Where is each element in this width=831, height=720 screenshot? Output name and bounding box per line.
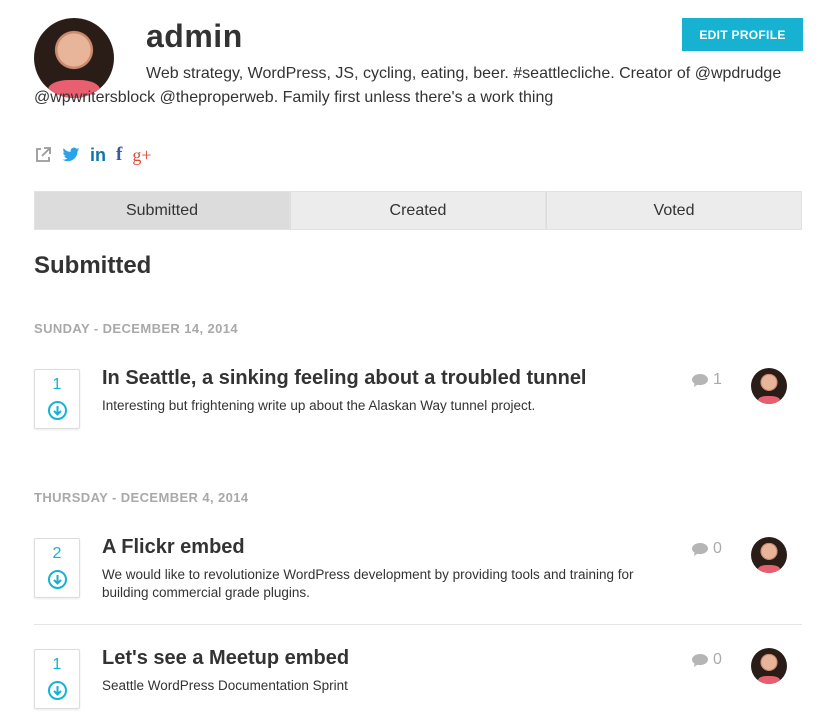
- item-divider: [34, 624, 802, 625]
- comment-count[interactable]: 0: [692, 540, 722, 558]
- google-plus-icon[interactable]: g+: [132, 144, 151, 166]
- vote-count: 1: [52, 656, 62, 673]
- social-links: in f g+: [34, 144, 151, 166]
- vote-box[interactable]: 2: [34, 538, 80, 598]
- author-avatar[interactable]: [751, 537, 787, 573]
- facebook-icon[interactable]: f: [116, 144, 122, 166]
- external-link-icon[interactable]: [34, 144, 52, 166]
- twitter-icon[interactable]: [62, 144, 80, 166]
- tab-voted[interactable]: Voted: [546, 191, 802, 230]
- date-heading: THURSDAY - DECEMBER 4, 2014: [34, 490, 249, 505]
- comment-count[interactable]: 1: [692, 371, 722, 389]
- linkedin-icon[interactable]: in: [90, 144, 106, 166]
- comment-count-value: 0: [713, 651, 722, 668]
- vote-box[interactable]: 1: [34, 369, 80, 429]
- comment-count-value: 1: [713, 371, 722, 388]
- profile-bio: Web strategy, WordPress, JS, cycling, ea…: [34, 65, 782, 106]
- upvote-arrow-icon[interactable]: [48, 570, 67, 589]
- author-avatar[interactable]: [751, 648, 787, 684]
- comment-icon: [692, 542, 708, 556]
- item-description: We would like to revolutionize WordPress…: [102, 567, 634, 600]
- tab-submitted[interactable]: Submitted: [34, 191, 290, 230]
- vote-box[interactable]: 1: [34, 649, 80, 709]
- item-title[interactable]: In Seattle, a sinking feeling about a tr…: [102, 367, 587, 390]
- comment-icon: [692, 373, 708, 387]
- comment-icon: [692, 653, 708, 667]
- vote-count: 1: [52, 376, 62, 393]
- vote-count: 2: [52, 545, 62, 562]
- item-title[interactable]: A Flickr embed: [102, 536, 245, 559]
- profile-tabs: Submitted Created Voted: [34, 191, 802, 230]
- upvote-arrow-icon[interactable]: [48, 681, 67, 700]
- date-heading: SUNDAY - DECEMBER 14, 2014: [34, 321, 239, 336]
- comment-count[interactable]: 0: [692, 651, 722, 669]
- section-title: Submitted: [34, 252, 152, 279]
- profile-name: admin: [146, 18, 243, 54]
- author-avatar[interactable]: [751, 368, 787, 404]
- upvote-arrow-icon[interactable]: [48, 401, 67, 420]
- item-title[interactable]: Let's see a Meetup embed: [102, 647, 349, 670]
- comment-count-value: 0: [713, 540, 722, 557]
- edit-profile-button[interactable]: EDIT PROFILE: [682, 18, 803, 51]
- item-description: Seattle WordPress Documentation Sprint: [102, 678, 348, 693]
- tab-created[interactable]: Created: [290, 191, 546, 230]
- item-description: Interesting but frightening write up abo…: [102, 398, 536, 413]
